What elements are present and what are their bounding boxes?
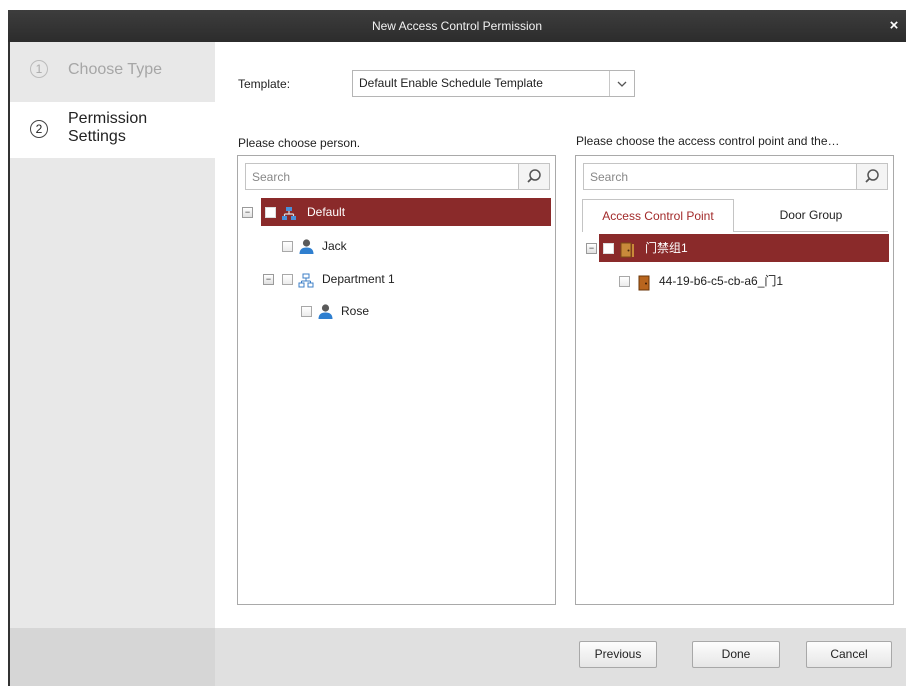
tree-node-label: Default xyxy=(307,205,346,219)
search-icon[interactable] xyxy=(856,164,887,189)
tab-door-group[interactable]: Door Group xyxy=(734,199,888,232)
checkbox[interactable] xyxy=(282,274,293,285)
tab-access-control-point[interactable]: Access Control Point xyxy=(582,199,734,232)
access-point-section-label: Please choose the access control point a… xyxy=(576,134,840,148)
person-icon xyxy=(298,237,315,265)
organization-icon xyxy=(298,271,314,299)
access-point-search-input[interactable] xyxy=(584,164,856,189)
tree-node-default[interactable]: − Default xyxy=(242,198,551,226)
checkbox[interactable] xyxy=(603,243,614,254)
tree-node-label: 44-19-b6-c5-cb-a6_门1 xyxy=(659,274,784,288)
step-number: 1 xyxy=(30,60,48,78)
step-number: 2 xyxy=(30,120,48,138)
wizard-steps-sidebar: 1 Choose Type 2 Permission Settings xyxy=(10,42,215,628)
checkbox[interactable] xyxy=(282,241,293,252)
tree-node-door[interactable]: 44-19-b6-c5-cb-a6_门1 xyxy=(619,267,879,295)
person-section-label: Please choose person. xyxy=(238,136,361,150)
step-permission-settings[interactable]: 2 Permission Settings xyxy=(10,102,215,158)
tree-node-rose[interactable]: Rose xyxy=(301,297,501,325)
person-search-box xyxy=(245,163,550,190)
person-icon xyxy=(317,302,334,330)
step-label: Choose Type xyxy=(68,61,162,78)
tree-node-label: Rose xyxy=(341,304,370,318)
collapse-icon[interactable]: − xyxy=(586,243,597,254)
tree-node-label: Jack xyxy=(322,239,347,253)
chevron-down-icon[interactable] xyxy=(610,71,634,96)
door-icon xyxy=(638,273,650,301)
tree-node-department-1[interactable]: − Department 1 xyxy=(263,265,522,293)
tree-node-label: 门禁组1 xyxy=(645,241,688,255)
organization-icon xyxy=(281,204,297,232)
close-button[interactable]: × xyxy=(884,16,904,36)
done-button[interactable]: Done xyxy=(692,641,780,668)
tree-node-door-group[interactable]: − 门禁组1 xyxy=(586,234,889,262)
collapse-icon[interactable]: − xyxy=(242,207,253,218)
step-choose-type[interactable]: 1 Choose Type xyxy=(10,56,215,100)
access-control-point-panel: Access Control Point Door Group − 门禁组1 4… xyxy=(575,155,894,605)
dialog-title: New Access Control Permission xyxy=(371,19,543,33)
template-label: Template: xyxy=(238,77,291,91)
template-dropdown[interactable]: Default Enable Schedule Template xyxy=(352,70,635,97)
checkbox[interactable] xyxy=(265,207,276,218)
checkbox[interactable] xyxy=(619,276,630,287)
checkbox[interactable] xyxy=(301,306,312,317)
collapse-icon[interactable]: − xyxy=(263,274,274,285)
template-selected-value: Default Enable Schedule Template xyxy=(359,76,543,90)
door-group-icon xyxy=(620,240,636,268)
previous-button[interactable]: Previous xyxy=(579,641,657,668)
access-point-search-box xyxy=(583,163,888,190)
search-icon[interactable] xyxy=(518,164,549,189)
person-panel: − Default Jack − Department 1 Rose xyxy=(237,155,556,605)
step-label: Permission Settings xyxy=(68,110,148,145)
tree-node-jack[interactable]: Jack xyxy=(282,232,482,260)
footer-sidebar xyxy=(10,628,215,686)
cancel-button[interactable]: Cancel xyxy=(806,641,892,668)
tree-node-label: Department 1 xyxy=(322,272,395,286)
footer-bar xyxy=(215,628,906,686)
title-bar: New Access Control Permission × xyxy=(8,10,906,42)
person-search-input[interactable] xyxy=(246,164,518,189)
